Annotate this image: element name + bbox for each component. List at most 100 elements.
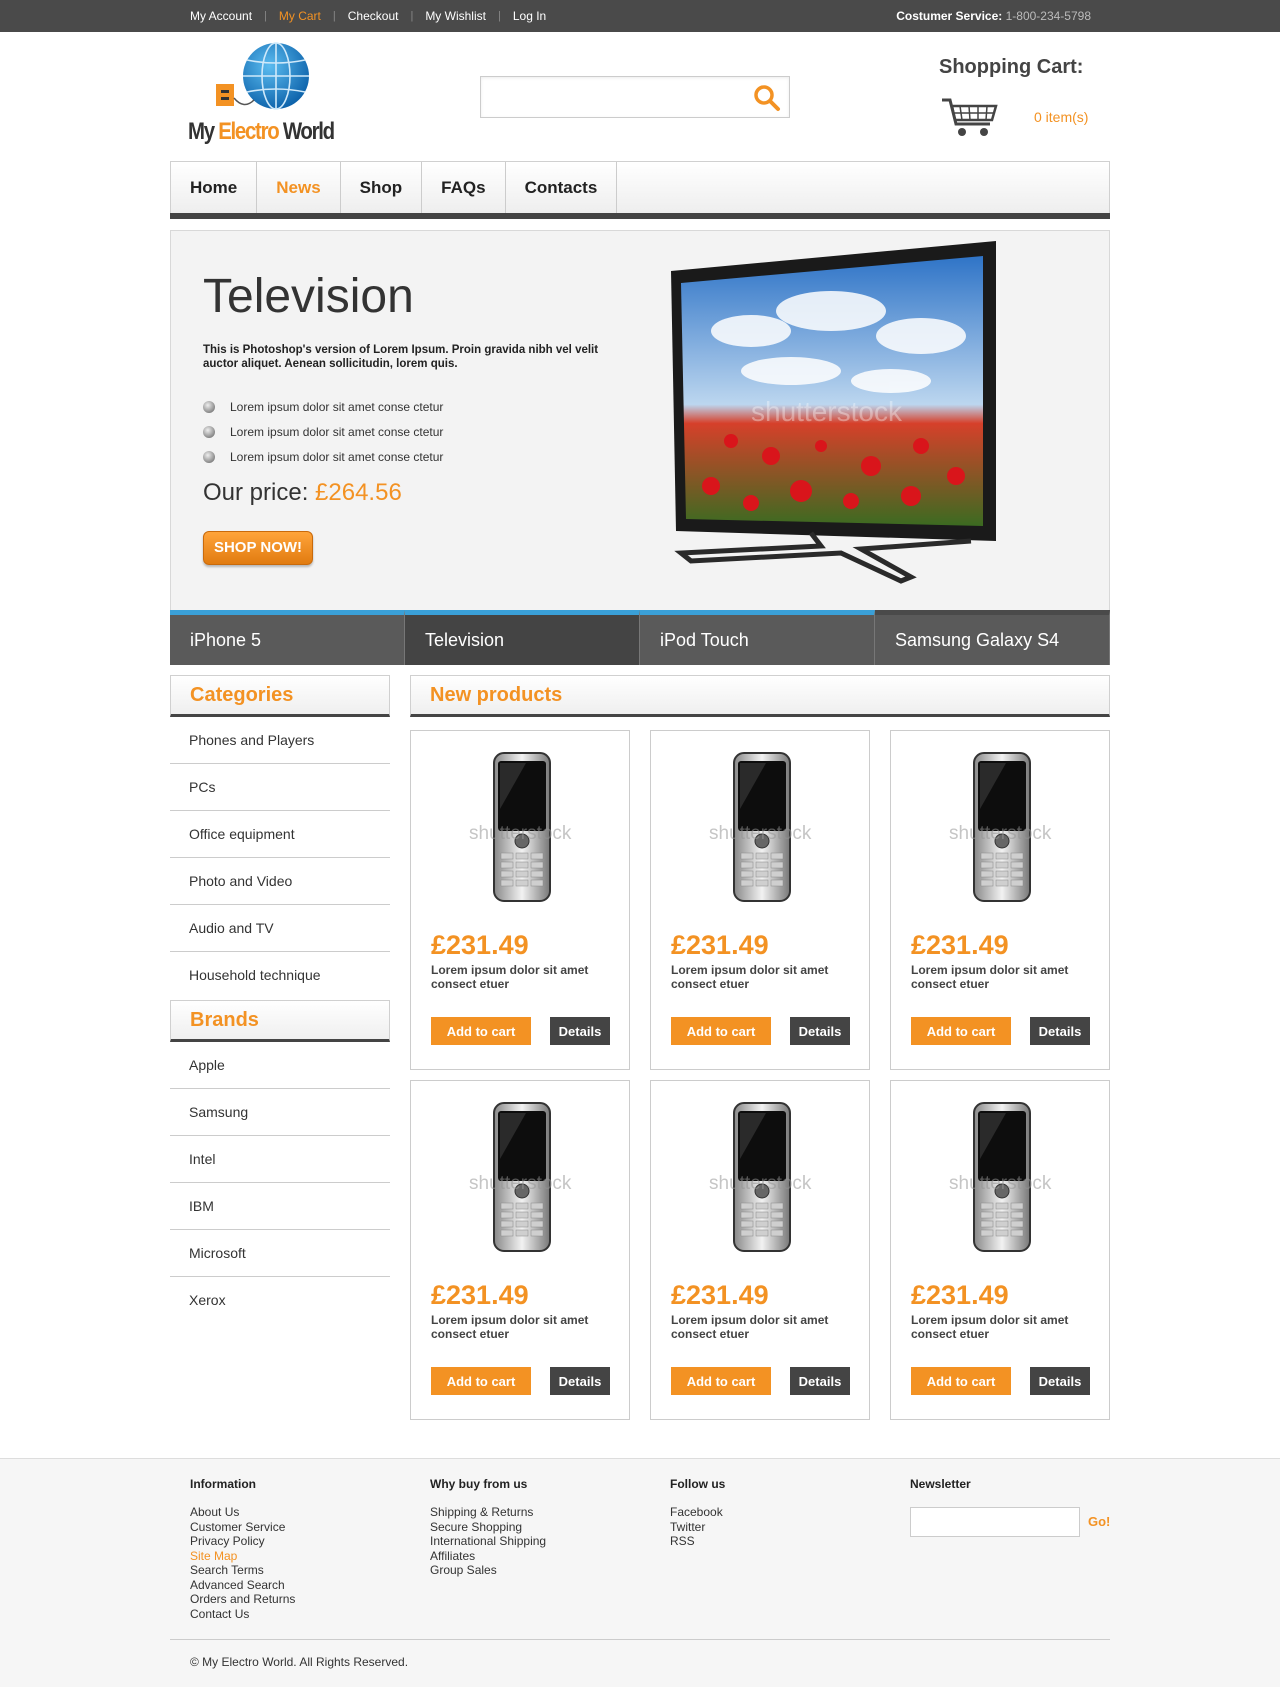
shopping-cart-title: Shopping Cart:: [939, 56, 1084, 78]
nav-contacts[interactable]: Contacts: [506, 162, 618, 213]
tab-iphone-5[interactable]: iPhone 5: [170, 610, 405, 665]
logo-text: My Electro World: [188, 118, 335, 145]
footer-link[interactable]: Contact Us: [190, 1607, 295, 1622]
footer-link[interactable]: Facebook: [670, 1505, 725, 1520]
footer-link[interactable]: Secure Shopping: [430, 1520, 546, 1535]
details-button[interactable]: Details: [1030, 1367, 1090, 1395]
footer-link[interactable]: Advanced Search: [190, 1578, 295, 1593]
footer-newsletter: Newsletter: [910, 1477, 971, 1505]
separator: |: [410, 10, 414, 22]
product-grid: shutterstock £231.49 Lorem ipsum dolor s…: [410, 730, 1110, 1420]
category-item[interactable]: Photo and Video: [170, 858, 390, 905]
television-image: shutterstock: [671, 241, 996, 584]
footer-link[interactable]: International Shipping: [430, 1534, 546, 1549]
nav-faqs[interactable]: FAQs: [422, 162, 506, 213]
footer-link[interactable]: Group Sales: [430, 1563, 546, 1578]
details-button[interactable]: Details: [550, 1017, 610, 1045]
separator: |: [332, 10, 336, 22]
separator: |: [497, 10, 501, 22]
shop-now-button[interactable]: SHOP NOW!: [203, 531, 313, 565]
brand-item[interactable]: IBM: [170, 1183, 390, 1230]
nav-news[interactable]: News: [257, 162, 341, 213]
footer-link[interactable]: Orders and Returns: [190, 1592, 295, 1607]
footer-link[interactable]: Privacy Policy: [190, 1534, 295, 1549]
shopping-cart-icon[interactable]: [940, 96, 998, 138]
slide-bullet-item: Lorem ipsum dolor sit amet conse ctetur: [203, 419, 443, 444]
footer-link[interactable]: Customer Service: [190, 1520, 295, 1535]
category-item[interactable]: Phones and Players: [170, 717, 390, 764]
my-cart-link[interactable]: My Cart: [279, 9, 321, 23]
new-products-title: New products: [410, 675, 1110, 717]
brands-title: Brands: [170, 1000, 390, 1042]
brand-item[interactable]: Intel: [170, 1136, 390, 1183]
product-description: Lorem ipsum dolor sit amet consect etuer: [671, 963, 829, 991]
top-bar: My Account | My Cart | Checkout | My Wis…: [0, 0, 1280, 32]
product-description: Lorem ipsum dolor sit amet consect etuer: [431, 1313, 589, 1341]
search-box: [480, 76, 790, 118]
my-account-link[interactable]: My Account: [190, 9, 252, 23]
footer-why-buy: Why buy from us Shipping & Returns Secur…: [430, 1477, 546, 1578]
watermark-text: shutterstock: [709, 1173, 812, 1194]
watermark-text: shutterstock: [469, 1173, 572, 1194]
search-input[interactable]: [481, 77, 731, 117]
product-price: £231.49: [431, 1280, 529, 1310]
product-description: Lorem ipsum dolor sit amet consect etuer: [431, 963, 589, 991]
add-to-cart-button[interactable]: Add to cart: [911, 1367, 1011, 1395]
newsletter-email-input[interactable]: [910, 1507, 1080, 1537]
slide-price-value: £264.56: [315, 479, 402, 506]
category-item[interactable]: Household technique: [170, 952, 390, 999]
watermark-text: shutterstock: [709, 823, 812, 844]
tab-television[interactable]: Television: [405, 610, 640, 665]
details-button[interactable]: Details: [790, 1017, 850, 1045]
brands-list: Apple Samsung Intel IBM Microsoft Xerox: [170, 1042, 390, 1324]
cart-item-count[interactable]: 0 item(s): [1034, 109, 1088, 125]
product-price: £231.49: [431, 930, 529, 960]
brand-item[interactable]: Samsung: [170, 1089, 390, 1136]
product-card: shutterstock £231.49 Lorem ipsum dolor s…: [410, 1080, 630, 1420]
tab-samsung-galaxy-s4[interactable]: Samsung Galaxy S4: [875, 610, 1110, 665]
log-in-link[interactable]: Log In: [513, 9, 546, 23]
main-navigation: Home News Shop FAQs Contacts: [170, 161, 1110, 219]
checkout-link[interactable]: Checkout: [348, 9, 399, 23]
category-item[interactable]: PCs: [170, 764, 390, 811]
product-card: shutterstock £231.49 Lorem ipsum dolor s…: [890, 730, 1110, 1070]
search-icon[interactable]: [753, 84, 781, 112]
add-to-cart-button[interactable]: Add to cart: [911, 1017, 1011, 1045]
site-logo[interactable]: My Electro World: [188, 40, 348, 152]
add-to-cart-button[interactable]: Add to cart: [671, 1367, 771, 1395]
details-button[interactable]: Details: [790, 1367, 850, 1395]
hero-slider: Television This is Photoshop's version o…: [170, 230, 1110, 665]
site-footer: Information About Us Customer Service Pr…: [0, 1458, 1280, 1687]
product-price: £231.49: [911, 1280, 1009, 1310]
bullet-icon: [203, 450, 215, 463]
details-button[interactable]: Details: [1030, 1017, 1090, 1045]
add-to-cart-button[interactable]: Add to cart: [671, 1017, 771, 1045]
category-item[interactable]: Office equipment: [170, 811, 390, 858]
footer-link[interactable]: RSS: [670, 1534, 725, 1549]
footer-link[interactable]: Search Terms: [190, 1563, 295, 1578]
brand-item[interactable]: Xerox: [170, 1277, 390, 1324]
brand-item[interactable]: Microsoft: [170, 1230, 390, 1277]
footer-information: Information About Us Customer Service Pr…: [190, 1477, 295, 1621]
footer-link[interactable]: Affiliates: [430, 1549, 546, 1564]
copyright-text: © My Electro World. All Rights Reserved.: [190, 1655, 409, 1669]
slide-bullet-item: Lorem ipsum dolor sit amet conse ctetur: [203, 394, 443, 419]
tab-ipod-touch[interactable]: iPod Touch: [640, 610, 875, 665]
separator: |: [264, 10, 267, 22]
nav-shop[interactable]: Shop: [341, 162, 423, 213]
category-item[interactable]: Audio and TV: [170, 905, 390, 952]
footer-link[interactable]: Site Map: [190, 1549, 295, 1564]
footer-link[interactable]: About Us: [190, 1505, 295, 1520]
product-card: shutterstock £231.49 Lorem ipsum dolor s…: [650, 730, 870, 1070]
brand-item[interactable]: Apple: [170, 1042, 390, 1089]
my-wishlist-link[interactable]: My Wishlist: [425, 9, 486, 23]
slide-title: Television: [203, 270, 414, 323]
nav-home[interactable]: Home: [171, 162, 258, 213]
add-to-cart-button[interactable]: Add to cart: [431, 1367, 531, 1395]
details-button[interactable]: Details: [550, 1367, 610, 1395]
footer-link[interactable]: Twitter: [670, 1520, 725, 1535]
footer-link[interactable]: Shipping & Returns: [430, 1505, 546, 1520]
add-to-cart-button[interactable]: Add to cart: [431, 1017, 531, 1045]
newsletter-go-button[interactable]: Go!: [1088, 1514, 1110, 1529]
product-description: Lorem ipsum dolor sit amet consect etuer: [911, 1313, 1069, 1341]
